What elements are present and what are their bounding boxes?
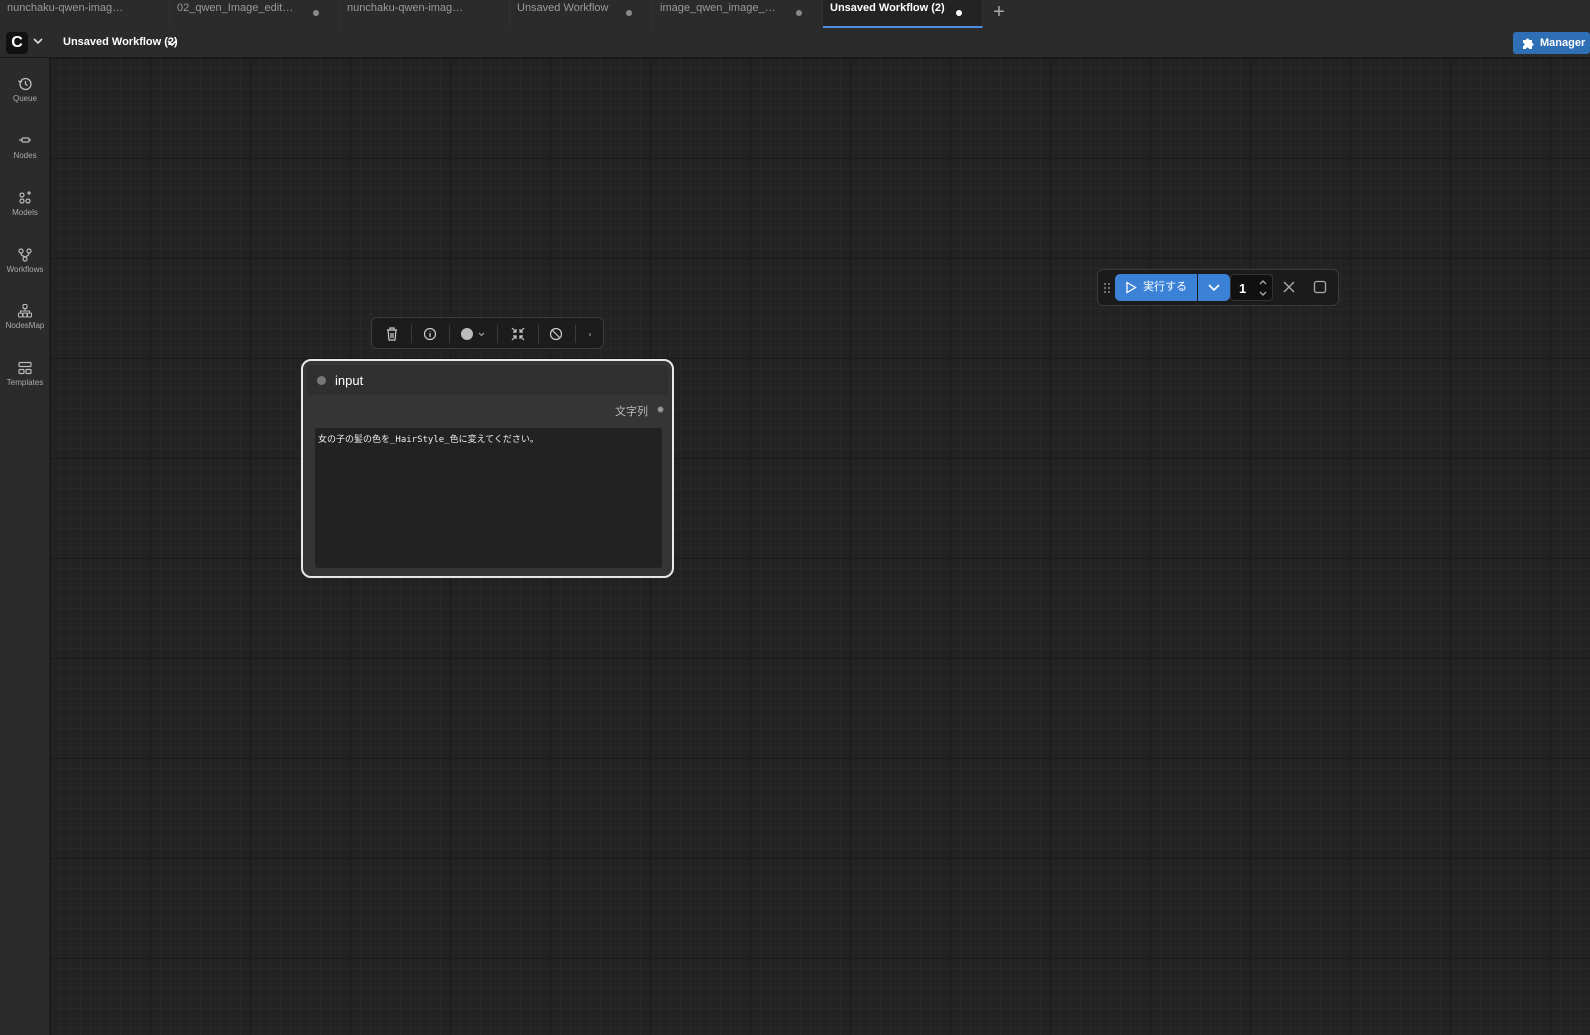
tab-label: Unsaved Workflow: [517, 2, 609, 14]
workflow-tab[interactable]: nunchaku-qwen-imag…: [340, 0, 510, 28]
unsaved-dot-icon: [313, 10, 319, 16]
graph-canvas[interactable]: [50, 58, 1590, 1035]
play-icon: [1126, 281, 1137, 294]
comfy-logo-icon[interactable]: C: [6, 32, 28, 54]
sidebar-item-label: NodesMap: [5, 321, 45, 330]
sidebar-item-queue[interactable]: Queue: [0, 70, 50, 114]
increment-icon[interactable]: [1258, 278, 1268, 286]
run-label: 実行する: [1143, 281, 1187, 293]
sidebar-item-workflows[interactable]: Workflows: [0, 241, 50, 285]
chevron-down-icon[interactable]: [32, 35, 44, 47]
node-title: input: [335, 373, 364, 388]
unsaved-dot-icon: [956, 10, 962, 16]
chevron-down-icon[interactable]: [166, 37, 178, 49]
sidebar-item-nodesmap[interactable]: NodesMap: [0, 297, 50, 341]
tab-label: nunchaku-qwen-imag…: [7, 2, 124, 14]
manager-label: Manager: [1540, 37, 1586, 49]
tab-label: nunchaku-qwen-imag…: [347, 2, 464, 14]
workflow-tab[interactable]: image_qwen_image_…: [653, 0, 823, 28]
stop-square-icon[interactable]: [1313, 280, 1327, 294]
sidebar-item-label: Models: [12, 208, 38, 217]
sidebar-item-nodes[interactable]: Nodes: [0, 127, 50, 171]
unsaved-dot-icon: [626, 10, 632, 16]
workflow-tab-bar: nunchaku-qwen-imag… 02_qwen_Image_edit… …: [0, 0, 1590, 28]
trash-icon[interactable]: [383, 325, 401, 343]
drag-handle-icon[interactable]: [1103, 282, 1111, 294]
tab-label: Unsaved Workflow (2): [830, 2, 945, 14]
string-textarea[interactable]: 女の子の髪の色を_HairStyle_色に変えてください。: [315, 428, 662, 568]
workflows-icon: [18, 248, 32, 262]
run-button[interactable]: 実行する: [1115, 274, 1197, 301]
unsaved-dot-icon: [796, 10, 802, 16]
sidebar-item-models[interactable]: Models: [0, 184, 50, 228]
workflow-tab[interactable]: nunchaku-qwen-imag…: [0, 0, 170, 28]
sidebar-item-templates[interactable]: Templates: [0, 354, 50, 398]
workflow-tab[interactable]: 02_qwen_Image_edit…: [170, 0, 340, 28]
left-sidebar: Queue Nodes Models Workflows NodesMap Te…: [0, 58, 50, 1035]
new-tab-button[interactable]: +: [983, 0, 1015, 28]
node-header[interactable]: input: [307, 365, 668, 395]
nodesmap-icon: [17, 303, 33, 318]
top-menu-bar: C Unsaved Workflow (2) Manager: [0, 28, 1590, 58]
run-mode-dropdown[interactable]: [1198, 274, 1230, 301]
output-slot-icon[interactable]: [657, 406, 664, 413]
batch-count-input[interactable]: 1: [1230, 274, 1273, 301]
bypass-icon[interactable]: [547, 325, 565, 343]
tab-label: 02_qwen_Image_edit…: [177, 2, 294, 14]
sidebar-item-label: Workflows: [6, 265, 44, 274]
chevron-down-icon: [1208, 284, 1220, 292]
sidebar-item-label: Nodes: [13, 151, 37, 160]
workflow-title[interactable]: Unsaved Workflow (2): [63, 36, 178, 48]
sidebar-item-label: Templates: [6, 378, 44, 387]
output-label: 文字列: [615, 406, 648, 418]
history-icon: [18, 77, 32, 91]
sidebar-item-label: Queue: [12, 94, 38, 103]
tab-label: image_qwen_image_…: [660, 2, 776, 14]
color-picker-icon[interactable]: [458, 325, 488, 343]
manager-button[interactable]: Manager: [1513, 32, 1590, 54]
puzzle-icon: [1523, 38, 1534, 49]
input-node[interactable]: input 文字列 女の子の髪の色を_HairStyle_色に変えてください。: [301, 359, 674, 578]
queue-actionbar: 実行する 1: [1097, 269, 1339, 306]
close-icon[interactable]: [1282, 280, 1296, 294]
node-selection-toolbox: [371, 317, 604, 349]
models-icon: [19, 191, 31, 204]
batch-count-value: 1: [1239, 281, 1247, 296]
decrement-icon[interactable]: [1258, 290, 1268, 298]
templates-icon: [18, 361, 32, 375]
nodes-icon: [19, 137, 31, 143]
more-options-icon[interactable]: [581, 325, 599, 343]
collapse-icon[interactable]: [509, 325, 527, 343]
info-icon[interactable]: [421, 325, 439, 343]
workflow-tab[interactable]: Unsaved Workflow: [510, 0, 653, 28]
workflow-tab-active[interactable]: Unsaved Workflow (2): [823, 0, 983, 28]
node-status-dot-icon[interactable]: [317, 376, 326, 385]
